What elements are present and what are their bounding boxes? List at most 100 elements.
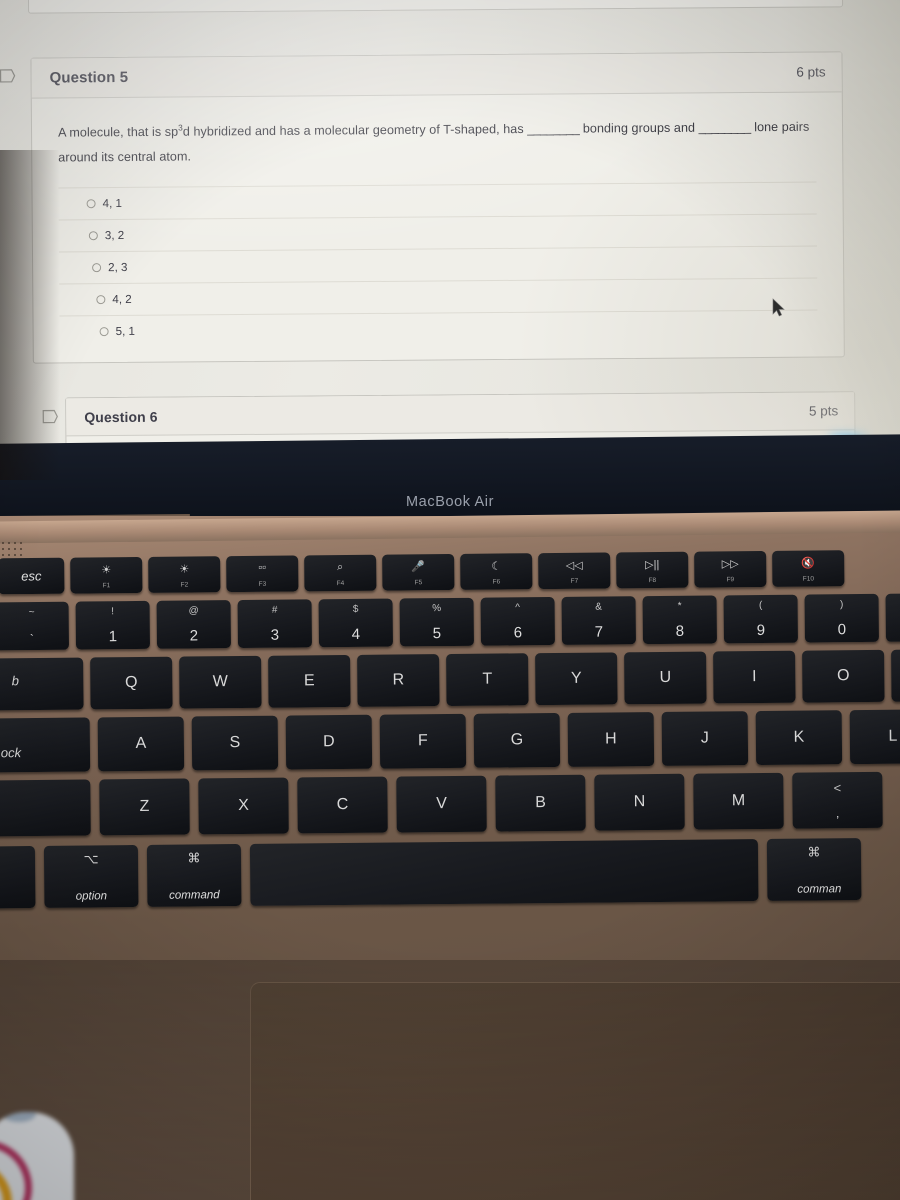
- key-6-bottom: 6: [513, 624, 523, 642]
- keyboard-function-row: esc ☀ F1 ☀ F2 ▫▫ F3 ⌕ F4 🎤 F5 ☾ F6 ◁◁ F7: [0, 550, 845, 595]
- key-backtick-bottom: `: [29, 631, 34, 647]
- previous-question-card-sliver: [27, 0, 844, 14]
- key-space[interactable]: [249, 839, 759, 906]
- key-do-not-disturb[interactable]: ☾ F6: [460, 553, 533, 590]
- key-u[interactable]: U: [624, 651, 707, 705]
- key-i[interactable]: I: [713, 650, 796, 704]
- key-j[interactable]: J: [661, 711, 749, 766]
- key-play-pause[interactable]: ▷|| F8: [616, 551, 689, 589]
- key-r[interactable]: R: [357, 654, 440, 707]
- flag-icon[interactable]: [0, 68, 17, 86]
- key-esc[interactable]: esc: [0, 557, 65, 595]
- key-x[interactable]: X: [198, 777, 289, 835]
- key-esc-label: esc: [21, 568, 42, 584]
- key-option-left[interactable]: ⌥ option: [43, 845, 139, 908]
- key-mission-control[interactable]: ▫▫ F3: [226, 555, 299, 593]
- key-8-bottom: 8: [675, 622, 685, 640]
- answer-option-5[interactable]: 5, 1: [59, 309, 818, 348]
- key-tab[interactable]: b: [0, 657, 84, 711]
- key-y[interactable]: Y: [535, 652, 618, 706]
- key-b[interactable]: B: [495, 774, 586, 832]
- mute-icon: 🔇: [801, 557, 816, 570]
- search-icon: ⌕: [337, 561, 344, 574]
- key-p[interactable]: P: [891, 648, 900, 702]
- key-6-top: ^: [515, 602, 521, 614]
- key-x-label: X: [238, 796, 249, 815]
- key-comma[interactable]: < ,: [792, 771, 883, 829]
- key-rewind[interactable]: ◁◁ F7: [538, 552, 611, 590]
- question-5-body: A molecule, that is sp3d hybridized and …: [32, 92, 844, 348]
- key-dictation[interactable]: 🎤 F5: [382, 553, 455, 591]
- key-2-bottom: 2: [189, 627, 199, 645]
- key-a-label: A: [135, 734, 147, 753]
- key-f3-label: F3: [258, 580, 267, 588]
- trackpad[interactable]: [250, 982, 900, 1200]
- key-e[interactable]: E: [268, 654, 351, 708]
- key-f8-label: F8: [648, 577, 657, 585]
- key-s[interactable]: S: [191, 715, 279, 771]
- key-k[interactable]: K: [755, 710, 843, 766]
- key-n[interactable]: N: [594, 773, 685, 831]
- key-8[interactable]: * 8: [642, 595, 717, 645]
- key-6[interactable]: ^ 6: [480, 596, 555, 646]
- radio-icon[interactable]: [96, 295, 106, 305]
- question-5-points: 6 pts: [796, 64, 826, 80]
- radio-icon[interactable]: [86, 199, 96, 209]
- question-5-title: Question 5: [49, 68, 129, 87]
- key-mute[interactable]: 🔇 F10: [772, 550, 845, 587]
- device-brand-label: MacBook Air: [406, 494, 494, 510]
- key-command-left-label: command: [169, 889, 220, 902]
- key-f[interactable]: F: [379, 713, 467, 769]
- key-c[interactable]: C: [297, 776, 388, 834]
- key-2[interactable]: @ 2: [156, 600, 232, 649]
- key-command-left[interactable]: ⌘ command: [146, 844, 242, 907]
- key-w[interactable]: W: [179, 655, 262, 709]
- key-a[interactable]: A: [97, 716, 185, 772]
- laptop-screen: Question 5 6 pts A molecule, that is sp3…: [0, 0, 900, 470]
- key-h[interactable]: H: [567, 712, 655, 767]
- key-spotlight-search[interactable]: ⌕ F4: [304, 554, 377, 592]
- key-2-top: @: [188, 605, 199, 617]
- key-o[interactable]: O: [802, 649, 885, 703]
- key-9[interactable]: ( 9: [723, 594, 798, 644]
- key-f9-label: F9: [726, 576, 735, 584]
- key-1[interactable]: ! 1: [75, 600, 151, 650]
- key-7[interactable]: & 7: [561, 596, 636, 645]
- key-control-left[interactable]: ^ ntrol: [0, 845, 36, 909]
- key-g[interactable]: G: [473, 712, 561, 768]
- key-n-label: N: [633, 793, 646, 811]
- key-caps-lock-label: ock: [0, 744, 22, 760]
- key-m[interactable]: M: [693, 772, 784, 830]
- key-brightness-down[interactable]: ☀ F1: [70, 556, 143, 594]
- key-caps-lock[interactable]: ock: [0, 717, 91, 773]
- key-z[interactable]: Z: [99, 778, 190, 836]
- key-brightness-up[interactable]: ☀ F2: [148, 556, 221, 593]
- key-d[interactable]: D: [285, 714, 373, 770]
- key-t[interactable]: T: [446, 653, 529, 707]
- key-3[interactable]: # 3: [237, 599, 312, 649]
- radio-icon[interactable]: [88, 231, 98, 241]
- key-command-right[interactable]: ⌘ comman: [766, 838, 862, 901]
- radio-icon[interactable]: [99, 327, 109, 337]
- answer-option-1-label: 4, 1: [102, 197, 122, 211]
- key-f7-label: F7: [570, 577, 579, 585]
- key-option-left-label: option: [75, 890, 108, 903]
- command-icon: ⌘: [807, 844, 821, 860]
- key-backtick[interactable]: ~ `: [0, 601, 70, 651]
- key-v[interactable]: V: [396, 775, 487, 833]
- key-4[interactable]: $ 4: [318, 598, 393, 648]
- question-5-text-part1: A molecule, that is sp: [57, 124, 179, 140]
- key-0[interactable]: ) 0: [804, 593, 879, 643]
- keyboard[interactable]: esc ☀ F1 ☀ F2 ▫▫ F3 ⌕ F4 🎤 F5 ☾ F6 ◁◁ F7: [0, 541, 900, 960]
- command-icon: ⌘: [187, 850, 201, 866]
- key-r-label: R: [392, 671, 405, 689]
- key-5[interactable]: % 5: [399, 597, 474, 647]
- key-fast-forward[interactable]: ▷▷ F9: [694, 550, 767, 588]
- flag-icon[interactable]: [41, 408, 59, 426]
- key-q[interactable]: Q: [90, 656, 173, 710]
- question-5-header: Question 5 6 pts: [31, 52, 842, 99]
- key-shift-left[interactable]: [0, 779, 91, 837]
- key-minus[interactable]: _ -: [885, 593, 900, 642]
- key-l[interactable]: L: [849, 709, 900, 765]
- radio-icon[interactable]: [92, 263, 102, 273]
